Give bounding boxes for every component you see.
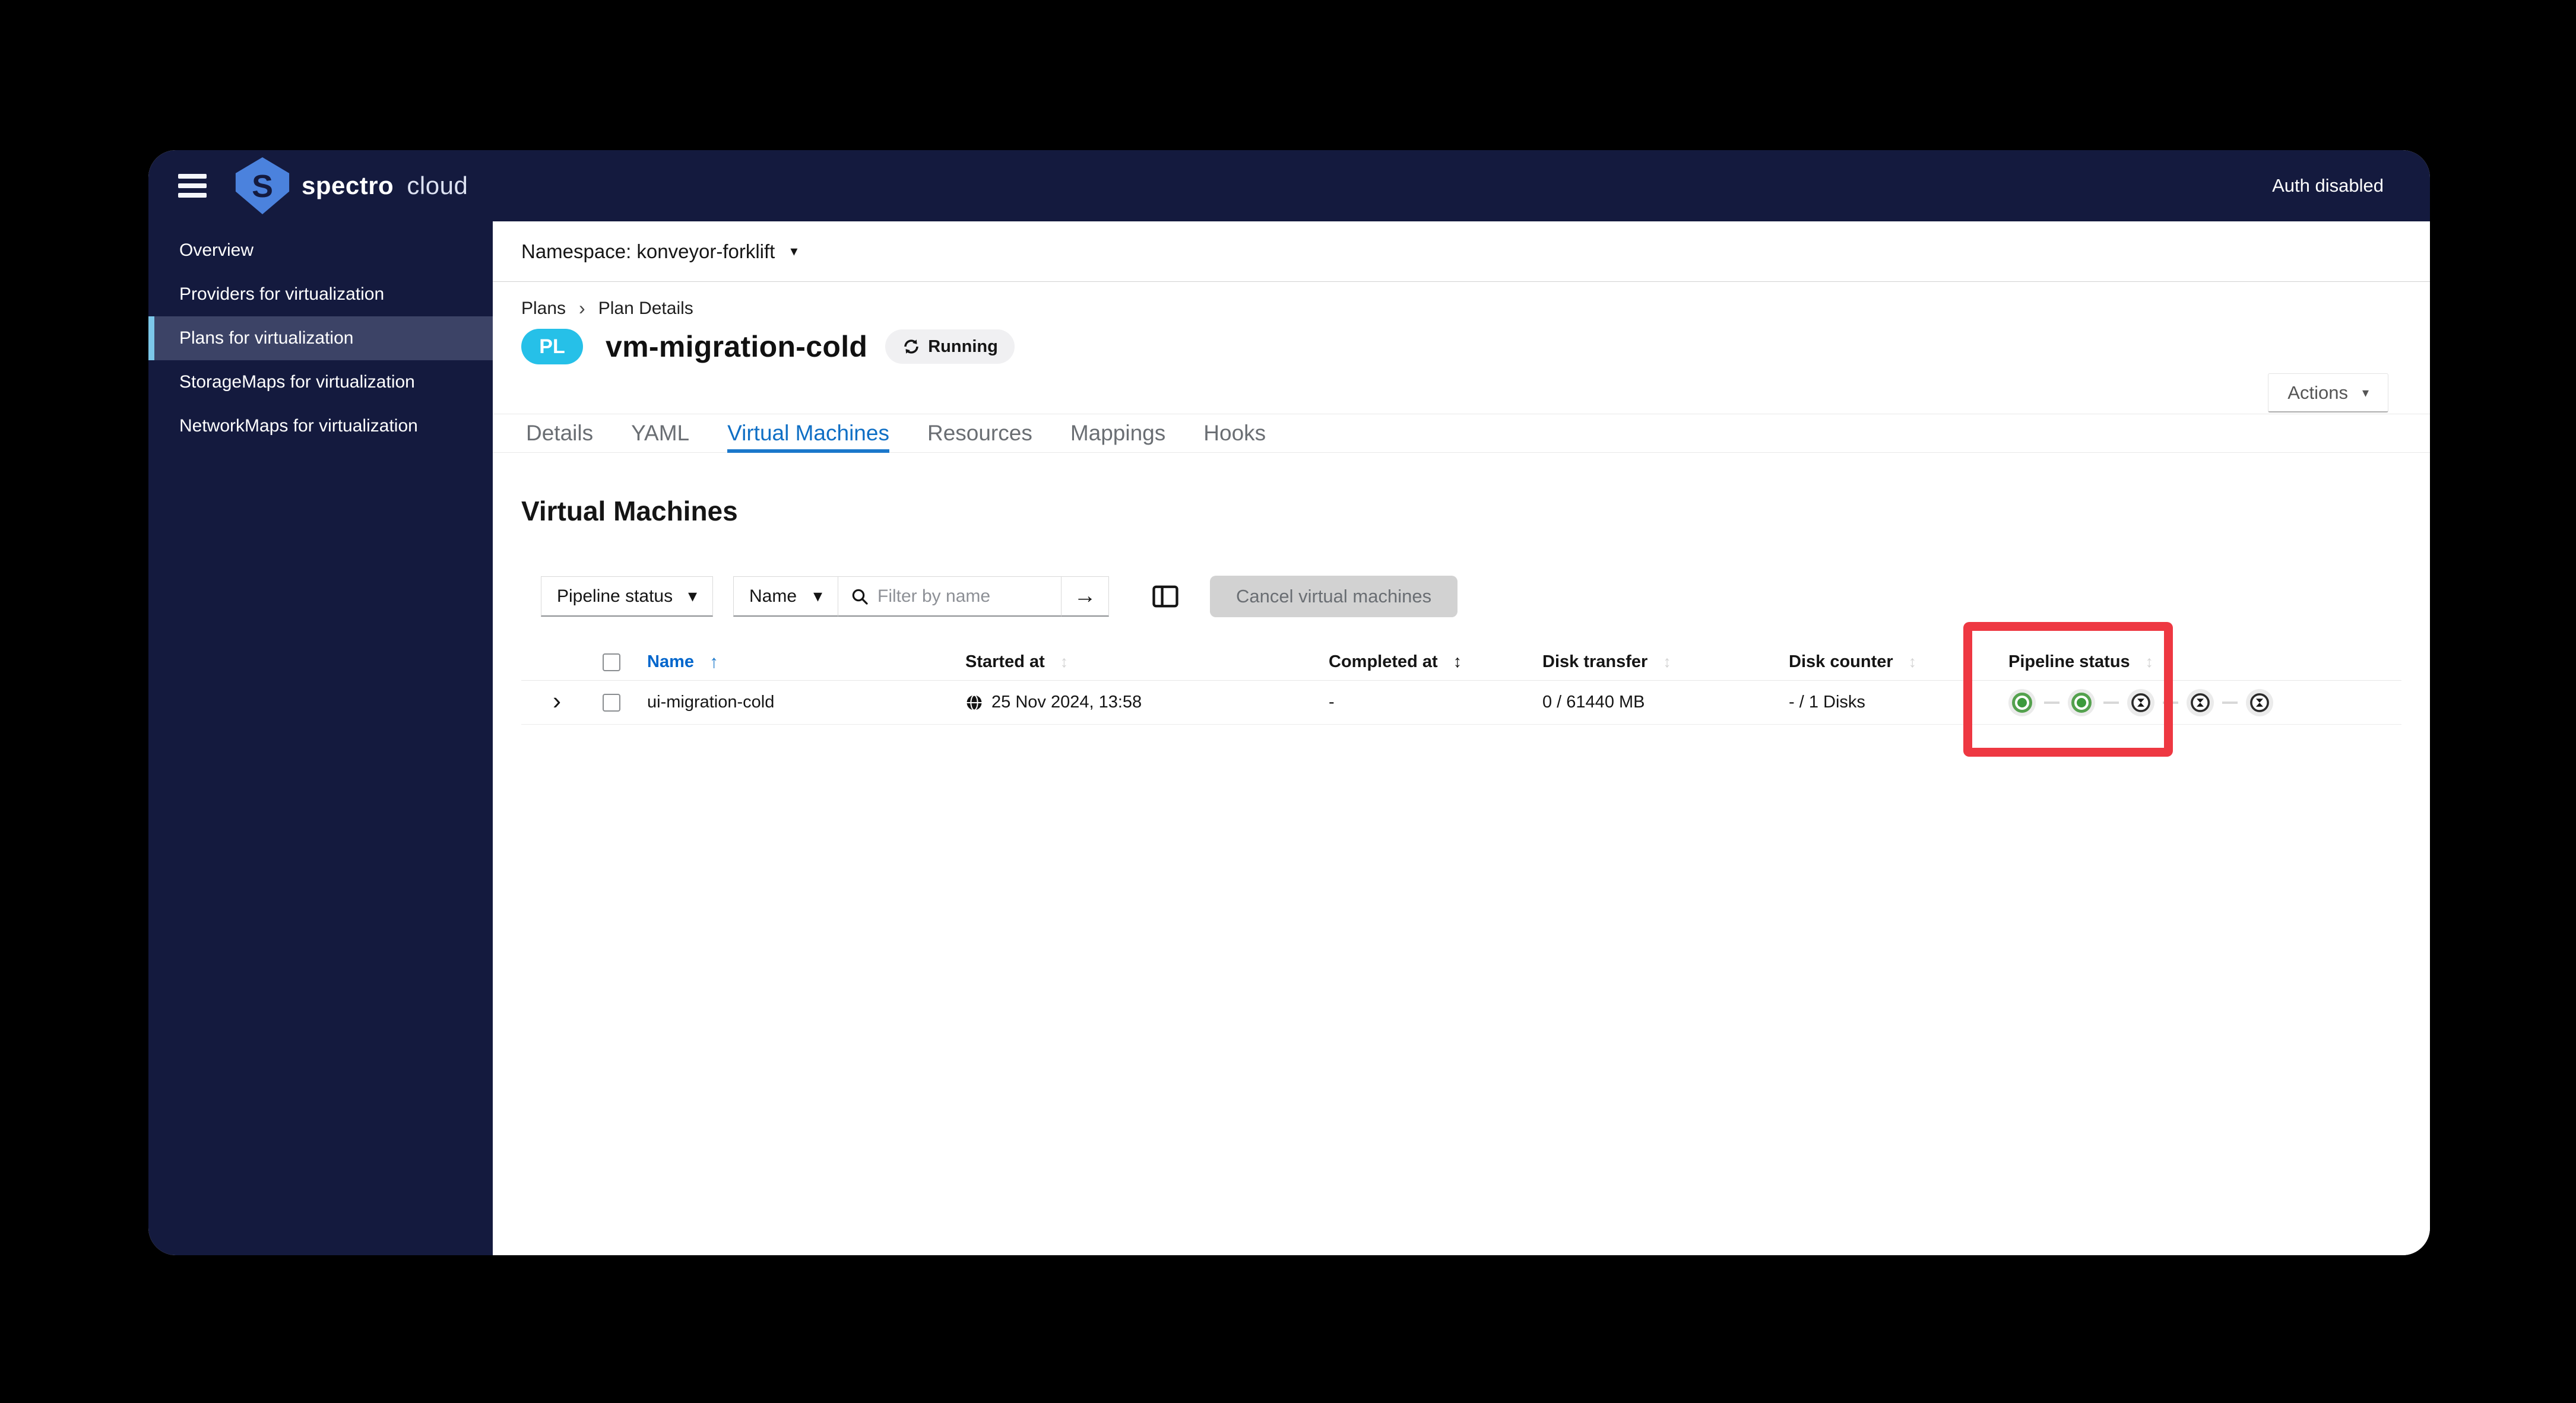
app-window: S spectro cloud Auth disabled Overview P… xyxy=(148,150,2430,1255)
menu-icon[interactable] xyxy=(178,174,207,198)
tab-bar: Details YAML Virtual Machines Resources … xyxy=(493,414,2430,453)
tab-hooks[interactable]: Hooks xyxy=(1203,414,1266,452)
filter-field-label: Name xyxy=(749,586,797,606)
sort-icon: ↕ xyxy=(1453,652,1462,671)
sidebar-item-storagemaps[interactable]: StorageMaps for virtualization xyxy=(148,360,493,404)
columns-icon xyxy=(1152,585,1178,608)
sync-icon xyxy=(904,339,918,354)
search-icon xyxy=(852,589,868,605)
table-row: › ui-migration-cold 25 Nov 2024, 13:58 - xyxy=(521,681,2401,725)
chevron-down-icon: ▾ xyxy=(790,243,798,259)
tab-resources[interactable]: Resources xyxy=(927,414,1032,452)
sort-icon: ↕ xyxy=(1908,653,1917,671)
search-box xyxy=(838,576,1061,617)
column-header-name[interactable]: Name ↑ xyxy=(630,652,949,672)
pipeline-connector xyxy=(2103,701,2119,704)
column-header-disk-transfer[interactable]: Disk transfer ↕ xyxy=(1526,652,1772,672)
tab-details[interactable]: Details xyxy=(526,414,593,452)
plan-kind-badge: PL xyxy=(521,329,583,364)
namespace-selector[interactable]: Namespace: konveyor-forklift ▾ xyxy=(493,221,2430,282)
sort-ascending-icon: ↑ xyxy=(709,652,718,672)
sidebar-item-plans[interactable]: Plans for virtualization xyxy=(148,316,493,360)
brand-secondary: cloud xyxy=(407,172,468,199)
cell-completed-at: - xyxy=(1329,693,1335,712)
svg-text:S: S xyxy=(252,169,273,204)
tab-mappings[interactable]: Mappings xyxy=(1070,414,1165,452)
manage-columns-button[interactable] xyxy=(1148,581,1183,612)
pipeline-stage-pending-icon xyxy=(2187,688,2214,716)
breadcrumb: Plans › Plan Details xyxy=(521,297,2401,319)
breadcrumb-separator-icon: › xyxy=(579,297,585,319)
tab-virtual-machines[interactable]: Virtual Machines xyxy=(727,414,889,453)
select-all-checkbox[interactable] xyxy=(603,653,620,671)
top-bar: S spectro cloud Auth disabled xyxy=(148,150,2430,221)
row-expand-chevron-icon[interactable]: › xyxy=(553,688,561,717)
filter-field-dropdown[interactable]: Name ▾ xyxy=(733,576,838,617)
pipeline-stage-succeeded-icon xyxy=(2068,688,2095,716)
brand-name: spectro cloud xyxy=(302,172,468,200)
pipeline-connector xyxy=(2044,701,2059,704)
cell-disk-counter: - / 1 Disks xyxy=(1789,693,1865,712)
column-header-started-at[interactable]: Started at ↕ xyxy=(949,652,1312,672)
pipeline-stage-pending-icon xyxy=(2246,688,2273,716)
pipeline-stage-pending-icon xyxy=(2127,688,2154,716)
page-header: Plans › Plan Details PL vm-migration-col… xyxy=(493,282,2430,414)
pipeline-status-filter-label: Pipeline status xyxy=(557,586,673,606)
cell-pipeline-status xyxy=(1992,688,2401,716)
search-submit-button[interactable]: → xyxy=(1061,576,1109,617)
section-heading: Virtual Machines xyxy=(521,496,738,526)
search-input[interactable] xyxy=(877,586,1026,607)
cell-started-at: 25 Nov 2024, 13:58 xyxy=(949,693,1312,712)
auth-status: Auth disabled xyxy=(2272,175,2384,196)
main-content: Namespace: konveyor-forklift ▾ Plans › P… xyxy=(493,221,2430,1255)
page-title: vm-migration-cold xyxy=(606,330,868,363)
row-checkbox[interactable] xyxy=(603,693,620,712)
column-header-completed-at[interactable]: Completed at ↕ xyxy=(1312,652,1526,672)
pipeline-status-filter-dropdown[interactable]: Pipeline status ▾ xyxy=(541,576,713,617)
sidebar: Overview Providers for virtualization Pl… xyxy=(148,221,493,1255)
chevron-down-icon: ▾ xyxy=(687,586,697,606)
chevron-down-icon: ▾ xyxy=(813,586,822,606)
status-badge-label: Running xyxy=(928,337,998,356)
column-header-pipeline-status[interactable]: Pipeline status ↕ xyxy=(1992,652,2401,672)
breadcrumb-plan-details[interactable]: Plan Details xyxy=(598,299,693,319)
cancel-virtual-machines-button[interactable]: Cancel virtual machines xyxy=(1210,576,1458,617)
sidebar-item-overview[interactable]: Overview xyxy=(148,228,493,272)
pipeline-connector xyxy=(2163,701,2178,704)
sort-icon: ↕ xyxy=(1060,653,1069,671)
virtual-machines-section: Virtual Machines Pipeline status ▾ Name … xyxy=(493,496,2430,725)
sidebar-item-networkmaps[interactable]: NetworkMaps for virtualization xyxy=(148,404,493,448)
cell-disk-transfer: 0 / 61440 MB xyxy=(1542,693,1645,712)
tab-yaml[interactable]: YAML xyxy=(631,414,689,452)
sidebar-item-providers[interactable]: Providers for virtualization xyxy=(148,272,493,316)
namespace-label: Namespace: konveyor-forklift xyxy=(521,240,775,262)
globe-icon xyxy=(967,694,982,710)
sort-icon: ↕ xyxy=(1663,653,1671,671)
cell-name: ui-migration-cold xyxy=(647,693,775,712)
sort-icon: ↕ xyxy=(2145,653,2154,671)
pipeline-stage-succeeded-icon xyxy=(2008,688,2036,716)
search-group: Name ▾ → xyxy=(733,576,1109,617)
brand-primary: spectro xyxy=(302,172,394,199)
breadcrumb-plans[interactable]: Plans xyxy=(521,299,566,319)
virtual-machines-table: Name ↑ Started at ↕ Completed at ↕ Disk … xyxy=(521,644,2401,725)
filter-toolbar: Pipeline status ▾ Name ▾ Filter by name … xyxy=(541,576,2401,617)
started-at-value: 25 Nov 2024, 13:58 xyxy=(991,693,1142,712)
chevron-down-icon: ▾ xyxy=(2362,385,2369,400)
actions-button[interactable]: Actions ▾ xyxy=(2268,373,2388,412)
table-header-row: Name ↑ Started at ↕ Completed at ↕ Disk … xyxy=(521,644,2401,681)
status-badge: Running xyxy=(885,329,1015,364)
spectro-cloud-logo: S xyxy=(234,156,291,215)
actions-button-label: Actions xyxy=(2287,382,2348,403)
pipeline-connector xyxy=(2222,701,2238,704)
column-header-disk-counter[interactable]: Disk counter ↕ xyxy=(1772,652,1992,672)
